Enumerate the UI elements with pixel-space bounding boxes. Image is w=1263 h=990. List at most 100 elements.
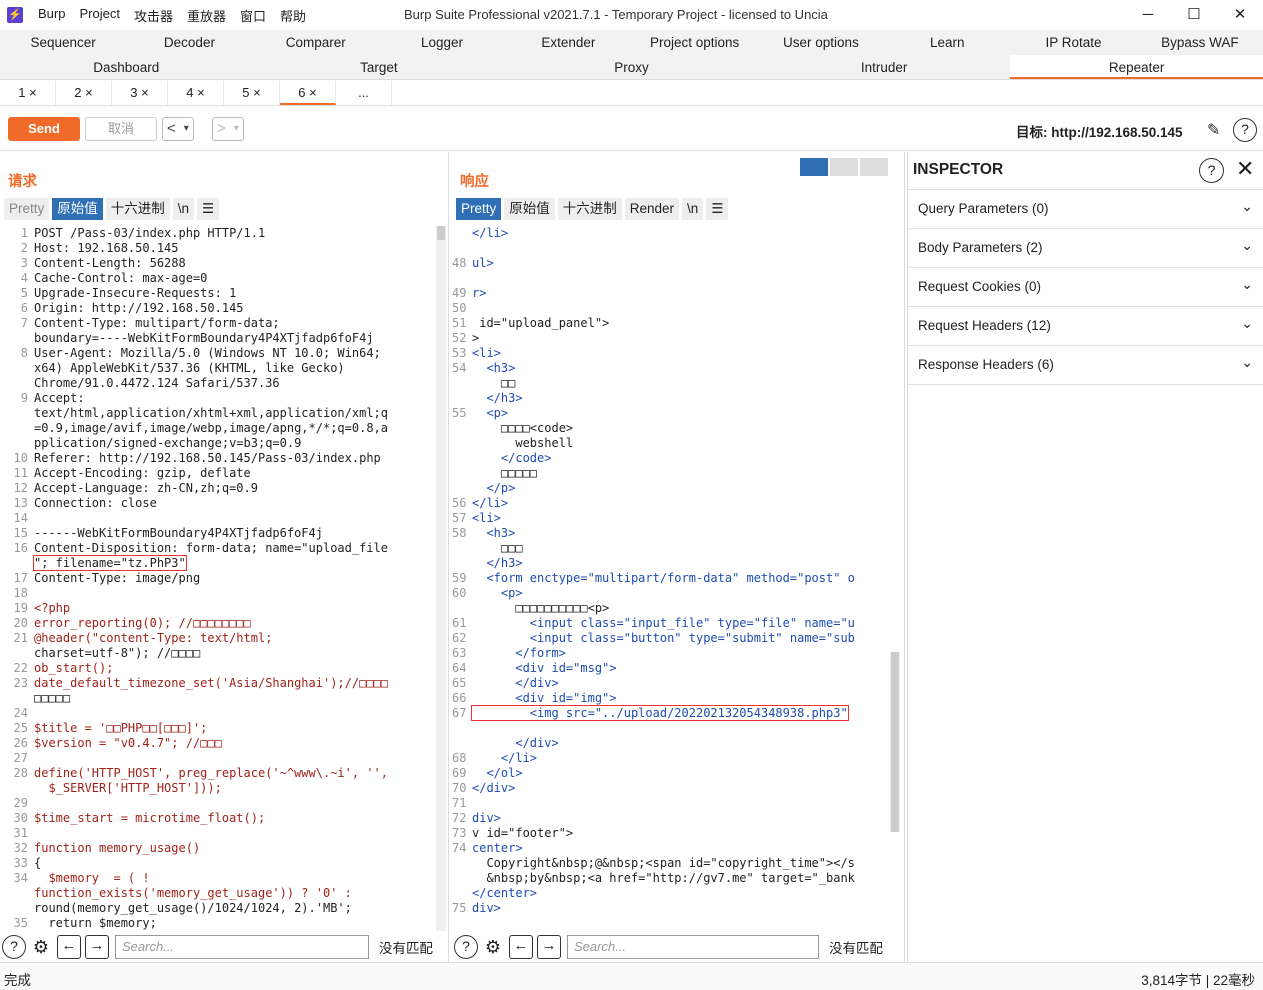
request-tab-raw[interactable]: 原始值 [52,198,103,220]
request-scrollbar[interactable] [436,226,446,931]
tab-logger[interactable]: Logger [379,30,505,55]
line-number: 66 [452,691,467,705]
tab-extender[interactable]: Extender [505,30,631,55]
code-text: @header("content-Type: text/html; [34,631,273,645]
request-code-line: charset=utf-8"); //□□□□ [0,646,436,661]
close-window-button[interactable]: ✕ [1217,0,1263,30]
layout-tabs-icon[interactable] [860,158,888,176]
gear-icon[interactable]: ⚙ [29,935,53,959]
layout-side-by-side-icon[interactable] [800,158,828,176]
maximize-button[interactable]: ☐ [1171,0,1217,30]
tab-dashboard[interactable]: Dashboard [0,55,253,79]
code-text: "; filename="tz.PhP3" [33,555,187,571]
tab-proxy[interactable]: Proxy [505,55,758,79]
tab-target[interactable]: Target [253,55,506,79]
repeater-subtabs: 1 × 2 × 3 × 4 × 5 × 6 × ... [0,81,1263,106]
repeater-tab-3[interactable]: 3 × [112,81,168,105]
code-text: charset=utf-8"); //□□□□ [34,646,201,660]
line-number: 24 [13,706,28,720]
repeater-tab-5[interactable]: 5 × [224,81,280,105]
repeater-tab-4[interactable]: 4 × [168,81,224,105]
help-icon[interactable]: ? [1233,118,1257,142]
repeater-tab-6[interactable]: 6 × [280,81,336,105]
code-text: webshell [472,436,574,450]
next-match-button[interactable]: → [85,935,109,959]
response-newline-toggle[interactable]: \n [682,198,704,220]
response-title: 响应 [460,174,489,190]
send-button[interactable]: Send [8,117,80,141]
tab-bypass-waf[interactable]: Bypass WAF [1137,30,1263,55]
response-tab-pretty[interactable]: Pretty [456,198,502,220]
code-text: □□ [472,376,516,390]
help-icon[interactable]: ? [1199,158,1224,183]
menu-help[interactable]: 帮助 [280,6,306,25]
response-search-input[interactable]: Search... [567,935,819,959]
inspector-request-cookies[interactable]: Request Cookies (0) ⌄ [908,268,1263,307]
repeater-tab-2[interactable]: 2 × [56,81,112,105]
history-back-button[interactable]: < ▾ [162,117,194,141]
code-text: round(memory_get_usage()/1024/1024, 2).'… [34,901,352,915]
cancel-button[interactable]: 取消 [85,117,157,141]
tab-user-options[interactable]: User options [758,30,884,55]
request-tab-hex[interactable]: 十六进制 [105,198,170,220]
response-code-line [452,271,892,286]
line-number: 74 [452,841,467,855]
request-tab-pretty[interactable]: Pretty [4,198,50,220]
request-newline-toggle[interactable]: \n [172,198,195,220]
inspector-query-params[interactable]: Query Parameters (0) ⌄ [908,190,1263,229]
response-menu-icon[interactable]: ☰ [706,198,729,220]
tab-decoder[interactable]: Decoder [126,30,252,55]
code-text: <img src="../upload/202202132054348938.p… [471,705,849,721]
help-icon[interactable]: ? [2,935,26,959]
next-match-button[interactable]: → [537,935,561,959]
prev-match-button[interactable]: ← [509,935,533,959]
code-text: <li> [472,346,501,360]
tab-comparer[interactable]: Comparer [253,30,379,55]
inspector-response-headers[interactable]: Response Headers (6) ⌄ [908,346,1263,385]
edit-target-icon[interactable]: ✎ [1207,120,1220,140]
tab-ip-rotate[interactable]: IP Rotate [1010,30,1136,55]
code-text: date_default_timezone_set('Asia/Shanghai… [34,676,389,690]
layout-stacked-icon[interactable] [830,158,858,176]
tab-learn[interactable]: Learn [884,30,1010,55]
menu-window[interactable]: 窗口 [240,6,266,25]
gear-icon[interactable]: ⚙ [481,935,505,959]
request-match-count: 没有匹配 [379,941,433,956]
response-code-line: 59 <form enctype="multipart/form-data" m… [452,571,892,586]
window-title: Burp Suite Professional v2021.7.1 - Temp… [404,7,828,22]
help-icon[interactable]: ? [454,935,478,959]
tab-project-options[interactable]: Project options [631,30,757,55]
menu-burp[interactable]: Burp [38,6,65,25]
inspector-body-params[interactable]: Body Parameters (2) ⌄ [908,229,1263,268]
inspector-request-headers[interactable]: Request Headers (12) ⌄ [908,307,1263,346]
response-tab-hex[interactable]: 十六进制 [557,198,622,220]
history-forward-button[interactable]: > ▾ [212,117,244,141]
request-editor[interactable]: 1 POST /Pass-03/index.php HTTP/1.1 2 Host: … [0,226,436,931]
menu-project[interactable]: Project [79,6,119,25]
minimize-button[interactable]: ─ [1125,0,1171,30]
menu-repeater[interactable]: 重放器 [187,6,226,25]
line-number: 73 [452,826,467,840]
response-tab-raw[interactable]: 原始值 [504,198,555,220]
close-icon[interactable]: ✕ [1236,156,1254,182]
tab-repeater[interactable]: Repeater [1010,55,1263,79]
line-number: 20 [13,616,28,630]
tab-intruder[interactable]: Intruder [758,55,1011,79]
menu-intruder[interactable]: 攻击器 [134,6,173,25]
response-editor[interactable]: </li> 48 ul> 49 r> 50 51 id="upload_panel"> 52 >… [452,226,892,916]
repeater-tab-1[interactable]: 1 × [0,81,56,105]
response-scrollbar[interactable] [890,652,900,832]
pane-divider[interactable] [904,152,905,962]
pane-divider[interactable] [448,152,449,962]
line-number: 23 [13,676,28,690]
prev-match-button[interactable]: ← [57,935,81,959]
request-code-line: 14 [0,511,436,526]
tab-sequencer[interactable]: Sequencer [0,30,126,55]
request-menu-icon[interactable]: ☰ [197,198,220,220]
request-search-input[interactable]: Search... [115,935,369,959]
response-code-line: □□□□□□□□□□<p> [452,601,892,616]
response-tab-render[interactable]: Render [624,198,680,220]
request-code-line: 33 { [0,856,436,871]
code-text: □□□ [472,541,523,555]
repeater-tab-more[interactable]: ... [336,81,392,105]
